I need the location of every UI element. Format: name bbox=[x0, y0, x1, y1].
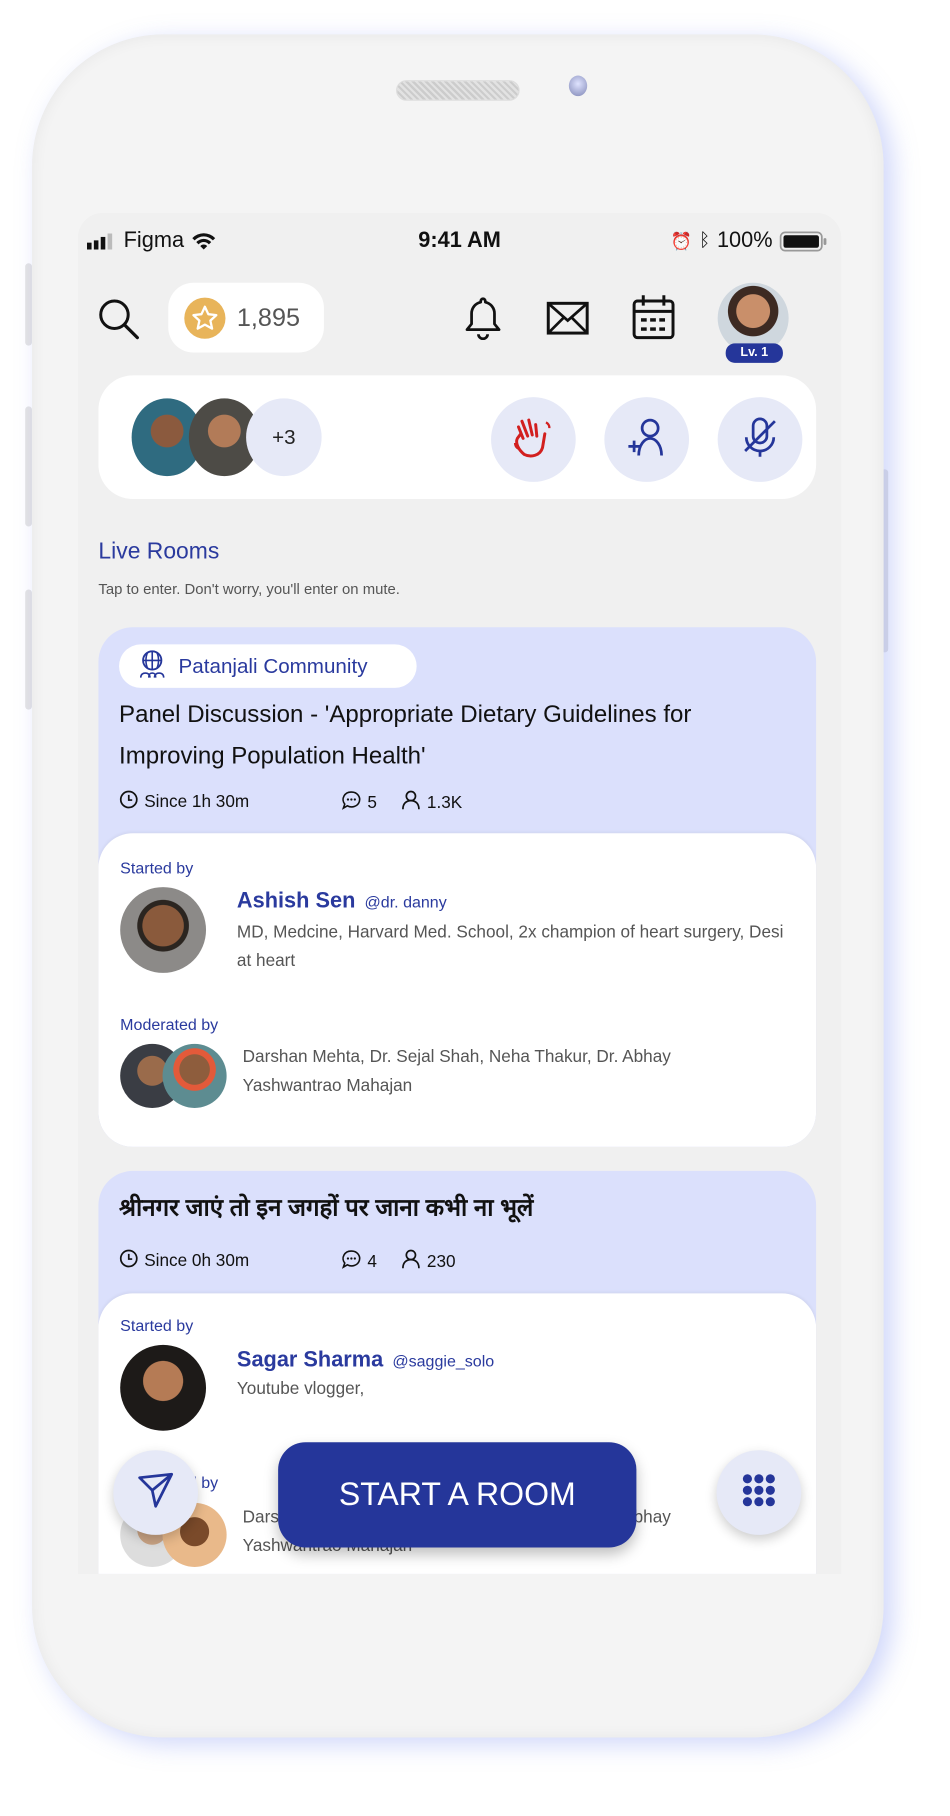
since-text: Since 0h 30m bbox=[144, 1251, 250, 1271]
host-avatar[interactable] bbox=[120, 1344, 207, 1431]
host-bio: Youtube vlogger, bbox=[236, 1379, 365, 1399]
coins-pill[interactable]: 1,895 bbox=[168, 282, 324, 353]
room-details: Started by Ashish Sen @dr. danny MD, Med… bbox=[98, 833, 817, 1147]
since-text: Since 1h 30m bbox=[144, 792, 250, 812]
listener-count-value: 230 bbox=[426, 1251, 456, 1272]
host-name[interactable]: Ashish Sen bbox=[237, 889, 355, 914]
listener-count: 1.3K bbox=[401, 790, 463, 815]
community-pill[interactable]: Patanjali Community bbox=[119, 644, 417, 688]
send-icon bbox=[137, 1471, 174, 1513]
add-user-icon bbox=[626, 416, 667, 463]
coin-count: 1,895 bbox=[236, 302, 300, 332]
host-handle: @saggie_solo bbox=[392, 1351, 495, 1371]
community-globe-icon bbox=[137, 648, 167, 683]
room-title: श्रीनगर जाएं तो इन जगहों पर जाना कभी ना … bbox=[119, 1194, 534, 1222]
app-screen: Figma 9:41 AM ⏰ ᛒ 100% 1,895 Lv. 1 +3 Li… bbox=[77, 212, 842, 1574]
volume-up-button bbox=[25, 406, 33, 527]
comment-count-value: 4 bbox=[367, 1251, 377, 1272]
level-badge: Lv. 1 bbox=[725, 343, 783, 363]
mail-icon[interactable] bbox=[546, 301, 589, 335]
battery-percent: 100% bbox=[716, 228, 773, 253]
mic-off-icon bbox=[741, 416, 780, 463]
more-users-count[interactable]: +3 bbox=[246, 398, 322, 477]
host-handle: @dr. danny bbox=[364, 892, 447, 912]
host-bio: MD, Medcine, Harvard Med. School, 2x cha… bbox=[236, 922, 784, 971]
moderator-avatar[interactable] bbox=[162, 1043, 227, 1108]
room-duration: Since 1h 30m bbox=[119, 790, 249, 814]
live-rooms-subtitle: Tap to enter. Don't worry, you'll enter … bbox=[98, 580, 400, 598]
comment-count-value: 5 bbox=[367, 792, 377, 813]
mute-switch bbox=[25, 263, 33, 346]
comment-count: 5 bbox=[341, 790, 377, 815]
room-title: Panel Discussion - 'Appropriate Dietary … bbox=[119, 701, 692, 770]
start-room-button[interactable]: START A ROOM bbox=[278, 1442, 637, 1548]
menu-grid-button[interactable] bbox=[716, 1450, 802, 1535]
active-users-card: +3 bbox=[98, 375, 817, 500]
room-duration: Since 0h 30m bbox=[119, 1249, 249, 1273]
device-mockup: Figma 9:41 AM ⏰ ᛒ 100% 1,895 Lv. 1 +3 Li… bbox=[0, 0, 950, 1816]
battery-icon bbox=[779, 231, 827, 252]
community-name: Patanjali Community bbox=[178, 654, 368, 678]
room-card[interactable]: Patanjali Community Panel Discussion - '… bbox=[98, 627, 817, 1147]
send-button[interactable] bbox=[113, 1450, 199, 1535]
live-rooms-title: Live Rooms bbox=[98, 539, 220, 565]
moderated-by-label: Moderated by bbox=[120, 1015, 219, 1034]
wave-hand-icon bbox=[513, 415, 554, 464]
host-name[interactable]: Sagar Sharma bbox=[237, 1348, 383, 1373]
status-right: ⏰ ᛒ 100% bbox=[671, 229, 828, 254]
started-by-label: Started by bbox=[120, 858, 194, 877]
search-icon[interactable] bbox=[96, 296, 142, 342]
chat-icon bbox=[341, 1249, 362, 1274]
grid-dots-icon bbox=[742, 1473, 776, 1513]
clock-icon bbox=[119, 1249, 138, 1273]
listener-count-value: 1.3K bbox=[426, 792, 463, 813]
bell-icon[interactable] bbox=[464, 294, 503, 340]
comment-count: 4 bbox=[341, 1249, 377, 1274]
started-by-label: Started by bbox=[120, 1316, 194, 1335]
host-name-row: Ashish Sen @dr. danny bbox=[237, 889, 447, 914]
clock-icon bbox=[119, 790, 138, 814]
host-name-row: Sagar Sharma @saggie_solo bbox=[237, 1348, 494, 1373]
mute-button[interactable] bbox=[717, 397, 803, 482]
alarm-icon: ⏰ bbox=[670, 232, 693, 252]
chat-icon bbox=[341, 790, 362, 815]
person-icon bbox=[401, 1249, 422, 1274]
invite-user-button[interactable] bbox=[604, 397, 690, 482]
star-coin-icon bbox=[184, 297, 226, 339]
listener-count: 230 bbox=[401, 1249, 456, 1274]
front-camera bbox=[568, 75, 588, 97]
person-icon bbox=[401, 790, 422, 815]
volume-down-button bbox=[25, 589, 33, 710]
moderator-names: Darshan Mehta, Dr. Sejal Shah, Neha Thak… bbox=[242, 1047, 671, 1096]
speaker-grill bbox=[396, 80, 520, 101]
wave-hand-button[interactable] bbox=[491, 397, 576, 482]
bluetooth-icon: ᛒ bbox=[699, 231, 711, 251]
host-avatar[interactable] bbox=[120, 887, 207, 973]
calendar-icon[interactable] bbox=[632, 294, 675, 340]
